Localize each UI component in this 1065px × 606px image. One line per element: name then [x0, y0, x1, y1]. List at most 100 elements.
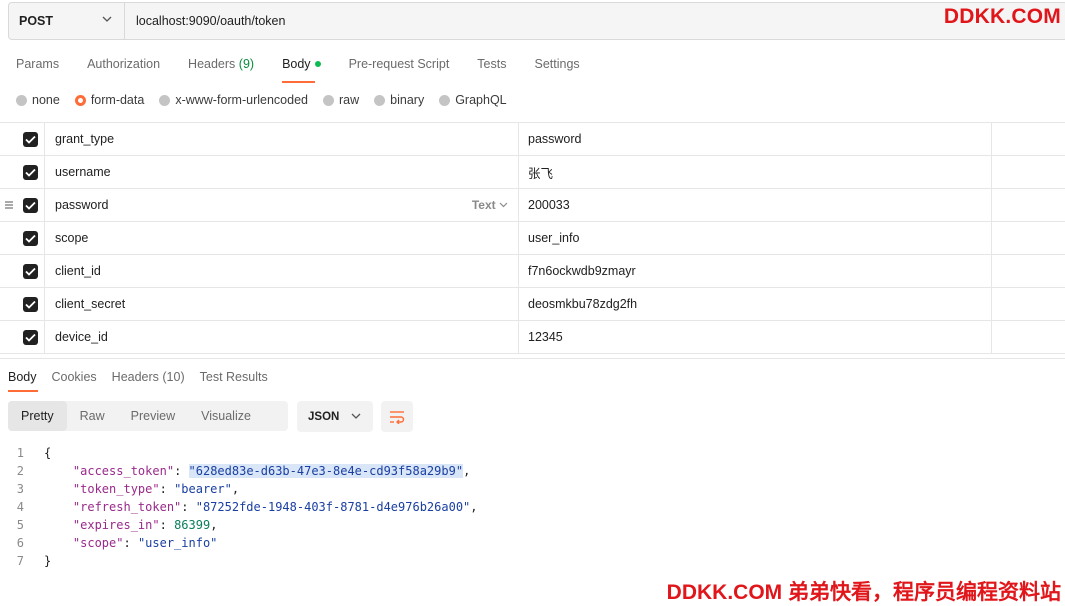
code-line: 2 "access_token": "628ed83e-d63b-47e3-8e… [16, 464, 471, 478]
drag-handle-icon[interactable] [4, 200, 14, 210]
row-checkbox[interactable] [22, 329, 38, 345]
wrap-lines-icon [390, 410, 405, 424]
description-cell[interactable] [992, 255, 1065, 287]
value-cell[interactable]: password [519, 123, 992, 155]
radio-binary[interactable]: binary [374, 93, 424, 107]
value-cell[interactable]: 12345 [519, 321, 992, 353]
tab-headers[interactable]: Headers (9) [172, 54, 266, 78]
row-checkbox[interactable] [22, 263, 38, 279]
code-line: 6 "scope": "user_info" [16, 536, 218, 550]
table-row: client_id f7n6ockwdb9zmayr [0, 255, 1065, 288]
chevron-down-icon [499, 202, 508, 208]
radio-circle-selected [74, 94, 86, 106]
table-row: password Text 200033 [0, 189, 1065, 222]
description-cell[interactable] [992, 123, 1065, 155]
response-tab-test-results[interactable]: Test Results [192, 369, 275, 389]
key-cell[interactable]: scope [45, 222, 519, 254]
radio-raw[interactable]: raw [323, 93, 359, 107]
description-cell[interactable] [992, 189, 1065, 221]
radio-graphql[interactable]: GraphQL [439, 93, 507, 107]
value-cell[interactable]: deosmkbu78zdg2fh [519, 288, 992, 320]
response-body-viewer[interactable]: 1{ 2 "access_token": "628ed83e-d63b-47e3… [0, 444, 478, 570]
method-select[interactable]: POST [9, 3, 125, 39]
radio-circle [323, 94, 334, 106]
description-cell[interactable] [992, 288, 1065, 320]
tab-authorization[interactable]: Authorization [71, 54, 172, 78]
table-row: username 张飞 [0, 156, 1065, 189]
radio-urlencoded[interactable]: x-www-form-urlencoded [159, 93, 308, 107]
radio-form-data[interactable]: form-data [74, 93, 144, 107]
check-icon [24, 300, 36, 309]
value-cell[interactable]: f7n6ockwdb9zmayr [519, 255, 992, 287]
watermark-top: DDKK.COM [943, 5, 1061, 28]
response-tab-cookies[interactable]: Cookies [44, 369, 104, 389]
radio-circle [439, 94, 451, 106]
radio-none[interactable]: none [16, 93, 60, 107]
row-checkbox[interactable] [22, 230, 38, 246]
check-icon [24, 201, 36, 210]
request-bar: POST localhost:9090/oauth/token [8, 2, 1065, 40]
table-row: client_secret deosmkbu78zdg2fh [0, 288, 1065, 321]
tab-tests[interactable]: Tests [461, 54, 518, 78]
url-text: localhost:9090/oauth/token [136, 14, 286, 28]
view-mode-group: Pretty Raw Preview Visualize [8, 401, 288, 431]
view-pretty-button[interactable]: Pretty [8, 401, 67, 431]
key-cell[interactable]: client_secret [45, 288, 519, 320]
tab-params[interactable]: Params [0, 54, 71, 78]
description-cell[interactable] [992, 321, 1065, 353]
view-raw-button[interactable]: Raw [67, 401, 118, 431]
code-line: 1{ [16, 446, 52, 460]
table-row: grant_type password [0, 123, 1065, 156]
row-checkbox[interactable] [22, 197, 38, 213]
check-icon [24, 168, 36, 177]
table-row: device_id 12345 [0, 321, 1065, 354]
body-type-radios: none form-data x-www-form-urlencoded raw… [16, 93, 522, 107]
code-line: 4 "refresh_token": "87252fde-1948-403f-8… [16, 500, 478, 514]
method-label: POST [19, 14, 54, 28]
form-data-table: grant_type password username 张飞 password… [0, 122, 1065, 354]
description-cell[interactable] [992, 222, 1065, 254]
tab-body[interactable]: Body [266, 54, 333, 83]
key-type-select[interactable]: Text [472, 198, 508, 212]
code-line: 3 "token_type": "bearer", [16, 482, 240, 496]
value-cell[interactable]: 200033 [519, 189, 992, 221]
body-active-dot [314, 60, 321, 67]
response-divider[interactable] [0, 358, 1065, 359]
tab-pre-request-script[interactable]: Pre-request Script [333, 54, 462, 78]
check-icon [24, 234, 36, 243]
headers-count: (9) [238, 57, 255, 71]
check-icon [24, 333, 36, 342]
description-cell[interactable] [992, 156, 1065, 188]
tab-settings[interactable]: Settings [518, 54, 591, 78]
radio-circle [159, 94, 171, 106]
table-row: scope user_info [0, 222, 1065, 255]
row-checkbox[interactable] [22, 296, 38, 312]
wrap-lines-button[interactable] [381, 401, 413, 432]
url-input[interactable]: localhost:9090/oauth/token [125, 3, 285, 39]
view-preview-button[interactable]: Preview [118, 401, 188, 431]
key-cell[interactable]: password Text [45, 189, 519, 221]
selected-token-value: "628ed83e-d63b-47e3-8e4e-cd93f58a29b9" [188, 464, 464, 478]
key-cell[interactable]: grant_type [45, 123, 519, 155]
key-cell[interactable]: username [45, 156, 519, 188]
response-tabs: Body Cookies Headers (10) Test Results [0, 369, 275, 392]
chevron-down-icon [102, 16, 112, 22]
value-cell[interactable]: user_info [519, 222, 992, 254]
format-label: JSON [308, 410, 340, 423]
key-cell[interactable]: device_id [45, 321, 519, 353]
check-icon [24, 135, 36, 144]
value-cell[interactable]: 张飞 [519, 156, 992, 188]
chevron-down-icon [351, 413, 361, 419]
response-tab-body[interactable]: Body [0, 369, 44, 392]
code-line: 7} [16, 554, 52, 568]
check-icon [24, 267, 36, 276]
row-checkbox[interactable] [22, 131, 38, 147]
key-cell[interactable]: client_id [45, 255, 519, 287]
format-select[interactable]: JSON [297, 401, 373, 432]
radio-circle [16, 94, 27, 106]
view-visualize-button[interactable]: Visualize [188, 401, 264, 431]
row-checkbox[interactable] [22, 164, 38, 180]
code-line: 5 "expires_in": 86399, [16, 518, 218, 532]
response-tab-headers[interactable]: Headers (10) [104, 369, 192, 389]
request-tabs: Params Authorization Headers (9) Body Pr… [0, 54, 592, 83]
